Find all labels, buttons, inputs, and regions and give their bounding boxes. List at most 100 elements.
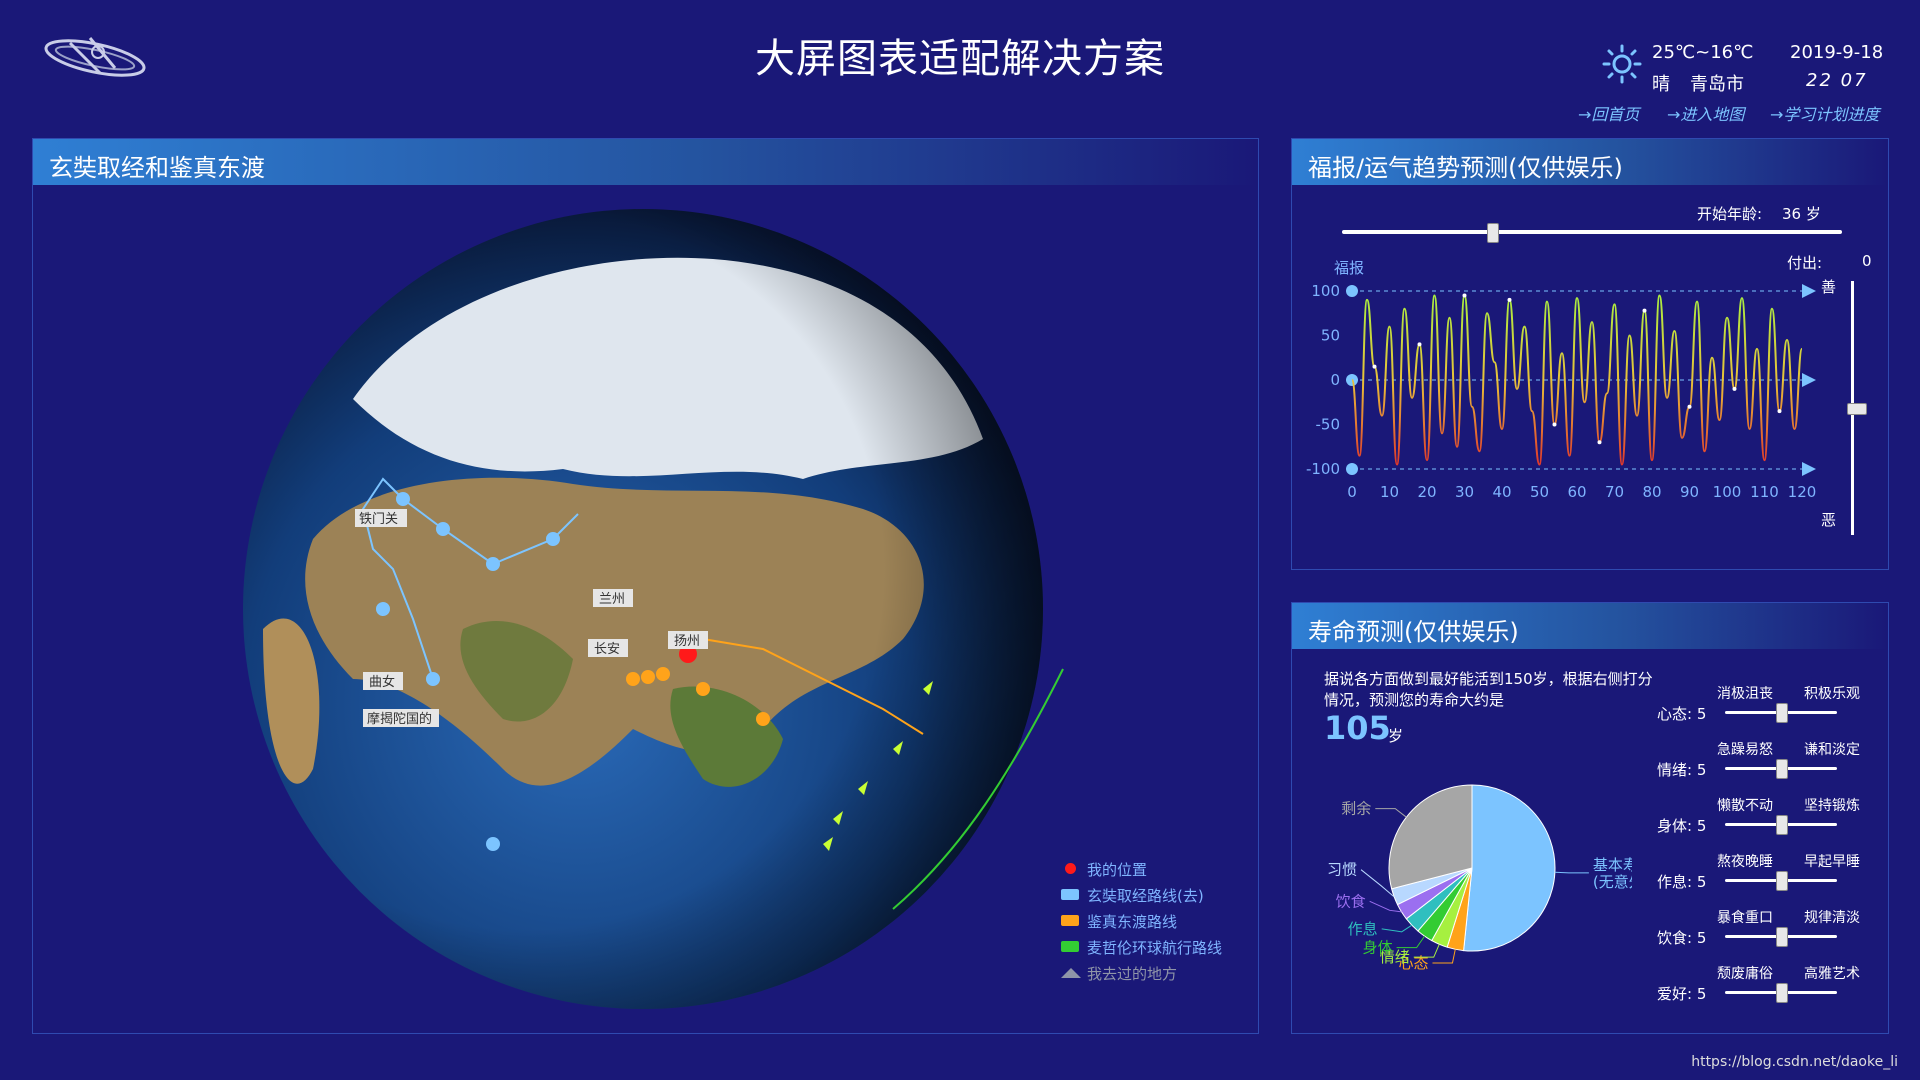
globe-shade bbox=[243, 209, 1043, 1009]
life-slider-row: 懒散不动 坚持锻炼 身体: 5 bbox=[1657, 795, 1882, 851]
pie-slice bbox=[1463, 784, 1556, 952]
place-label: 铁门关 bbox=[359, 512, 398, 527]
slider-name: 爱好: 5 bbox=[1657, 985, 1707, 1003]
nav-study-link[interactable]: →学习计划进度 bbox=[1770, 101, 1879, 125]
watermark: https://blog.csdn.net/daoke_li bbox=[1691, 1054, 1898, 1070]
slider-right-label: 坚持锻炼 bbox=[1804, 798, 1860, 814]
x-tick-label: 120 bbox=[1788, 483, 1817, 501]
arrow-icon bbox=[1802, 284, 1816, 298]
data-point bbox=[1462, 293, 1467, 298]
x-tick-label: 110 bbox=[1750, 483, 1779, 501]
life-years-unit: 岁 bbox=[1388, 727, 1404, 745]
legend-swatch bbox=[1061, 889, 1079, 900]
life-slider-thumb[interactable] bbox=[1776, 703, 1788, 723]
life-slider-thumb[interactable] bbox=[1776, 871, 1788, 891]
data-point bbox=[1687, 404, 1692, 409]
x-tick-label: 60 bbox=[1567, 483, 1586, 501]
x-tick-label: 20 bbox=[1417, 483, 1436, 501]
slider-right-label: 早起早睡 bbox=[1804, 854, 1860, 870]
pie-label: 基本寿命 bbox=[1593, 856, 1632, 874]
x-tick-label: 0 bbox=[1347, 483, 1357, 501]
y-axis-label: 福报 bbox=[1334, 259, 1364, 277]
life-slider-thumb[interactable] bbox=[1776, 815, 1788, 835]
globe[interactable]: 铁门关 兰州 扬州 长安 曲女 摩揭陀国的 bbox=[243, 209, 1083, 1009]
legend-label: 我的位置 bbox=[1087, 861, 1148, 879]
weather-city: 青岛市 bbox=[1690, 74, 1744, 95]
nav-home-link[interactable]: →回首页 bbox=[1578, 101, 1639, 125]
nav-map-link[interactable]: →进入地图 bbox=[1667, 101, 1744, 125]
data-point bbox=[1597, 440, 1602, 445]
slider-left-label: 急躁易怒 bbox=[1717, 742, 1773, 758]
life-slider-row: 消极沮丧 积极乐观 心态: 5 bbox=[1657, 683, 1882, 739]
fortune-panel-title: 福报/运气趋势预测(仅供娱乐) bbox=[1308, 154, 1623, 182]
life-slider-row: 熬夜晚睡 早起早睡作息: 5 bbox=[1657, 851, 1882, 907]
slider-left-label: 暴食重口 bbox=[1717, 910, 1773, 926]
time-display: 22 07 bbox=[1806, 70, 1868, 91]
data-point bbox=[1507, 297, 1512, 302]
data-point bbox=[1417, 342, 1422, 347]
place-label: 曲女 bbox=[369, 674, 395, 690]
pie-label: 剩余 bbox=[1341, 800, 1371, 818]
life-panel: 寿命预测(仅供娱乐) 据说各方面做到最好能活到150岁，根据右侧打分情况，预测您… bbox=[1291, 602, 1889, 1034]
x-tick-label: 70 bbox=[1605, 483, 1624, 501]
y-tick-label: -50 bbox=[1316, 416, 1341, 434]
life-slider-row: 急躁易怒 谦和淡定 情绪: 5 bbox=[1657, 739, 1882, 795]
slider-name: 心态: 5 bbox=[1657, 705, 1707, 723]
start-age-label: 开始年龄: bbox=[1697, 205, 1763, 223]
pie-label: 饮食 bbox=[1336, 892, 1366, 910]
legend-label: 鉴真东渡路线 bbox=[1087, 913, 1178, 931]
life-years-value: 105 bbox=[1324, 709, 1391, 747]
place-label: 扬州 bbox=[674, 634, 700, 649]
start-age-slider-track[interactable] bbox=[1342, 230, 1842, 234]
slider-name: 作息: 5 bbox=[1657, 873, 1707, 891]
pie-label: 作息 bbox=[1348, 920, 1378, 938]
life-intro-text: 据说各方面做到最好能活到150岁，根据右侧打分情况，预测您的寿命大约是 bbox=[1324, 670, 1653, 709]
x-tick-label: 80 bbox=[1642, 483, 1661, 501]
life-panel-title: 寿命预测(仅供娱乐) bbox=[1308, 618, 1519, 646]
life-slider-thumb[interactable] bbox=[1776, 983, 1788, 1003]
x-tick-label: 40 bbox=[1492, 483, 1511, 501]
globe-panel-title: 玄奘取经和鉴真东渡 bbox=[49, 154, 265, 182]
slider-right-label: 积极乐观 bbox=[1804, 686, 1860, 702]
weather-condition: 晴 bbox=[1652, 74, 1670, 95]
x-tick-label: 100 bbox=[1713, 483, 1742, 501]
data-point bbox=[1372, 364, 1377, 369]
x-tick-label: 10 bbox=[1380, 483, 1399, 501]
slider-name: 饮食: 5 bbox=[1657, 929, 1707, 947]
x-tick-label: 50 bbox=[1530, 483, 1549, 501]
legend-swatch bbox=[1061, 941, 1079, 952]
pie-label: (无意外) bbox=[1593, 873, 1632, 891]
place-label: 摩揭陀国的 bbox=[367, 711, 432, 727]
life-slider-thumb[interactable] bbox=[1776, 759, 1788, 779]
x-tick-label: 90 bbox=[1680, 483, 1699, 501]
triangle-icon bbox=[1061, 968, 1081, 978]
arrow-icon bbox=[1802, 373, 1816, 387]
arrow-icon bbox=[1802, 462, 1816, 476]
place-label: 长安 bbox=[594, 642, 620, 657]
life-slider-thumb[interactable] bbox=[1776, 927, 1788, 947]
pay-slider-thumb[interactable] bbox=[1847, 403, 1867, 415]
slider-right-label: 高雅艺术 bbox=[1804, 966, 1860, 982]
life-slider-row: 暴食重口 规律清淡饮食: 5 bbox=[1657, 907, 1882, 963]
start-age-slider-thumb[interactable] bbox=[1487, 223, 1499, 243]
globe-legend: 我的位置 玄奘取经路线(去) 鉴真东渡路线 麦哲伦环球航行路线 我去过的地方 bbox=[1061, 859, 1251, 989]
y-tick-label: 100 bbox=[1311, 282, 1340, 300]
start-age-value: 36 岁 bbox=[1782, 205, 1821, 223]
y-tick-label: -100 bbox=[1306, 460, 1340, 478]
fortune-panel: 福报/运气趋势预测(仅供娱乐) 开始年龄: 36 岁 付出: 0 善 恶 福报 1… bbox=[1291, 138, 1889, 570]
slider-left-label: 熬夜晚睡 bbox=[1717, 854, 1773, 870]
data-point bbox=[1777, 409, 1782, 414]
place-label: 兰州 bbox=[599, 592, 625, 607]
slider-right-label: 规律清淡 bbox=[1804, 910, 1860, 926]
y-tick-label: 0 bbox=[1330, 371, 1340, 389]
pie-label: 身体 bbox=[1363, 939, 1393, 957]
dot-icon bbox=[1065, 863, 1076, 874]
slider-name: 身体: 5 bbox=[1657, 817, 1707, 835]
data-point bbox=[1642, 308, 1647, 313]
y-tick-label: 50 bbox=[1321, 327, 1340, 345]
pie-leader-line bbox=[1396, 935, 1425, 949]
fortune-chart: 福报 100 50 0 -50 -100 0 10 20 30 40 50 60 70 80 90 100 110… bbox=[1306, 259, 1817, 501]
pie-leader-line bbox=[1381, 924, 1413, 933]
legend-label: 玄奘取经路线(去) bbox=[1087, 887, 1204, 905]
axis-dot bbox=[1346, 285, 1358, 297]
